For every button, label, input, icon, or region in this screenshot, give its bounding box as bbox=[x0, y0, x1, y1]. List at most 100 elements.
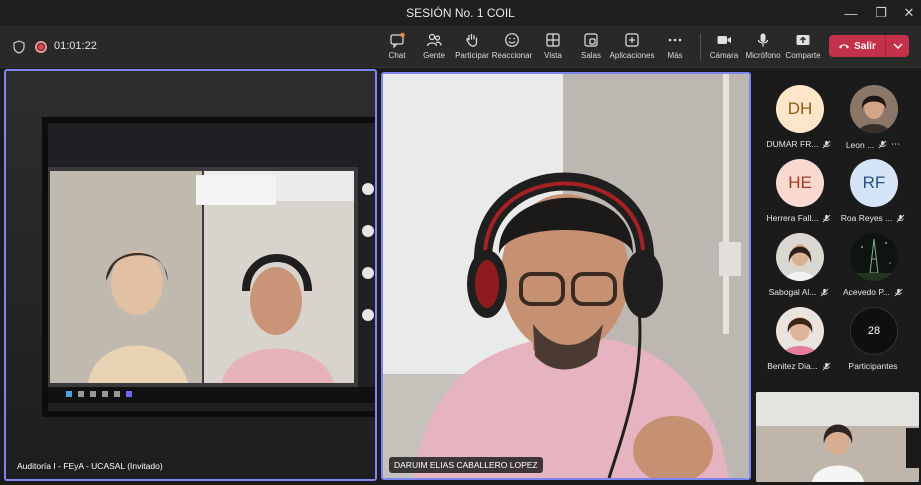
video-feed bbox=[6, 71, 375, 479]
breakout-rooms-label: Salas bbox=[580, 51, 601, 60]
avatar bbox=[850, 233, 898, 281]
share-label: Comparte bbox=[785, 51, 821, 60]
react-button[interactable]: Reaccionar bbox=[492, 31, 532, 65]
participant-name-tag: Auditoría I - FEyA - UCASAL (Invitado) bbox=[12, 458, 168, 474]
people-icon bbox=[425, 31, 443, 49]
participant-name-row: DUMAR FR... bbox=[758, 139, 840, 149]
participant-leon[interactable]: Leon ... ⋯ bbox=[832, 85, 914, 157]
mic-muted-icon bbox=[894, 288, 903, 296]
microphone-label: Micrófono bbox=[745, 51, 781, 60]
apps-button[interactable]: Aplicaciones bbox=[610, 31, 654, 65]
participant-roa[interactable]: RF Roa Reyes ... bbox=[832, 159, 914, 231]
participant-name: DUMAR FR... bbox=[766, 139, 819, 149]
participant-name: Benitez Dia... bbox=[767, 361, 818, 371]
breakout-rooms-icon bbox=[582, 31, 600, 49]
video-feed bbox=[756, 392, 919, 482]
video-tile-auditoria[interactable]: Auditoría I - FEyA - UCASAL (Invitado) bbox=[4, 69, 377, 481]
react-label: Reaccionar bbox=[491, 51, 533, 60]
people-button[interactable]: Gente bbox=[420, 31, 448, 65]
participant-name: Herrera Fall... bbox=[766, 213, 819, 223]
leave-button[interactable]: Salir bbox=[829, 35, 885, 57]
window-title: SESIÓN No. 1 COIL bbox=[406, 6, 515, 20]
participant-name-tag: DARUIM ELIAS CABALLERO LOPEZ bbox=[389, 457, 543, 473]
leave-label: Salir bbox=[854, 40, 876, 52]
video-tile-speaker[interactable]: DARUIM ELIAS CABALLERO LOPEZ bbox=[381, 72, 751, 480]
participant-name: Leon ... bbox=[845, 139, 875, 150]
avatar bbox=[850, 85, 898, 133]
avatar-photo bbox=[776, 233, 824, 281]
add-apps-icon bbox=[623, 31, 641, 49]
minimize-button[interactable]: — bbox=[836, 0, 866, 26]
participant-benitez[interactable]: Benitez Dia... bbox=[758, 307, 840, 379]
camera-icon bbox=[715, 31, 733, 49]
grid-view-icon bbox=[544, 31, 562, 49]
avatar bbox=[776, 307, 824, 355]
participant-name-row: Acevedo P... bbox=[832, 287, 914, 297]
chat-button[interactable]: Chat bbox=[384, 31, 410, 65]
apps-label: Aplicaciones bbox=[609, 51, 655, 60]
video-feed bbox=[383, 74, 749, 478]
more-label: Más bbox=[667, 51, 683, 60]
recording-icon bbox=[35, 41, 47, 53]
chat-label: Chat bbox=[388, 51, 406, 60]
leave-options-button[interactable] bbox=[886, 35, 909, 57]
smiley-icon bbox=[503, 31, 521, 49]
people-label: Gente bbox=[423, 51, 445, 60]
participant-name: Participantes bbox=[848, 361, 898, 371]
participant-name: Acevedo P... bbox=[842, 287, 891, 297]
microphone-icon bbox=[754, 31, 772, 49]
self-view-video[interactable] bbox=[756, 392, 919, 482]
camera-button[interactable]: Cámara bbox=[710, 31, 738, 65]
avatar-photo bbox=[850, 233, 898, 281]
participant-more-icon[interactable]: ⋯ bbox=[891, 139, 900, 150]
participant-name-row: Sabogal Al... bbox=[758, 287, 840, 297]
participant-dumar[interactable]: DH DUMAR FR... bbox=[758, 85, 840, 157]
microphone-button[interactable]: Micrófono bbox=[745, 31, 781, 65]
participant-name-row: Benitez Dia... bbox=[758, 361, 840, 371]
mic-muted-icon bbox=[823, 214, 831, 222]
camera-label: Cámara bbox=[709, 51, 739, 60]
toolbar-divider bbox=[700, 34, 701, 60]
more-button[interactable]: Más bbox=[662, 31, 688, 65]
mic-muted-icon bbox=[878, 140, 887, 149]
raise-hand-icon bbox=[463, 31, 481, 49]
chevron-down-icon bbox=[893, 43, 902, 49]
avatar: RF bbox=[850, 159, 898, 207]
view-label: Vista bbox=[544, 51, 562, 60]
participant-name: Sabogal Al... bbox=[768, 287, 817, 297]
title-bar: SESIÓN No. 1 COIL — ❐ ✕ bbox=[0, 0, 921, 26]
maximize-button[interactable]: ❐ bbox=[866, 0, 896, 26]
leave-meeting-control: Salir bbox=[829, 35, 909, 57]
participant-herrera[interactable]: HE Herrera Fall... bbox=[758, 159, 840, 231]
avatar-photo bbox=[850, 85, 898, 133]
avatar: HE bbox=[776, 159, 824, 207]
participants-overflow[interactable]: 28 Participantes bbox=[832, 307, 914, 379]
participant-name: Roa Reyes ... bbox=[840, 213, 893, 223]
mic-muted-icon bbox=[820, 288, 829, 296]
participant-sabogal[interactable]: Sabogal Al... bbox=[758, 233, 840, 305]
participant-name-row: Herrera Fall... bbox=[758, 213, 840, 223]
mic-muted-icon bbox=[823, 140, 831, 148]
close-window-button[interactable]: ✕ bbox=[894, 0, 921, 26]
meeting-toolbar: 01:01:22 Chat Gente Participar Reacciona… bbox=[0, 26, 921, 68]
participant-acevedo[interactable]: Acevedo P... bbox=[832, 233, 914, 305]
view-button[interactable]: Vista bbox=[540, 31, 566, 65]
avatar: DH bbox=[776, 85, 824, 133]
share-button[interactable]: Comparte bbox=[785, 31, 821, 65]
more-icon bbox=[666, 31, 684, 49]
raise-hand-label: Participar bbox=[455, 51, 489, 60]
participant-count: 28 bbox=[850, 307, 898, 355]
participant-name-row: Leon ... ⋯ bbox=[832, 139, 914, 150]
participant-name-row: Roa Reyes ... bbox=[832, 213, 914, 223]
chat-icon bbox=[388, 31, 406, 49]
mic-muted-icon bbox=[822, 362, 831, 370]
mic-muted-icon bbox=[896, 214, 905, 222]
hang-up-icon bbox=[839, 44, 850, 49]
avatar bbox=[776, 233, 824, 281]
meeting-timer: 01:01:22 bbox=[54, 40, 97, 52]
raise-hand-button[interactable]: Participar bbox=[454, 31, 490, 65]
shield-icon[interactable] bbox=[13, 40, 25, 54]
breakout-rooms-button[interactable]: Salas bbox=[578, 31, 604, 65]
participant-name-row: Participantes bbox=[832, 361, 914, 371]
avatar-photo bbox=[776, 307, 824, 355]
